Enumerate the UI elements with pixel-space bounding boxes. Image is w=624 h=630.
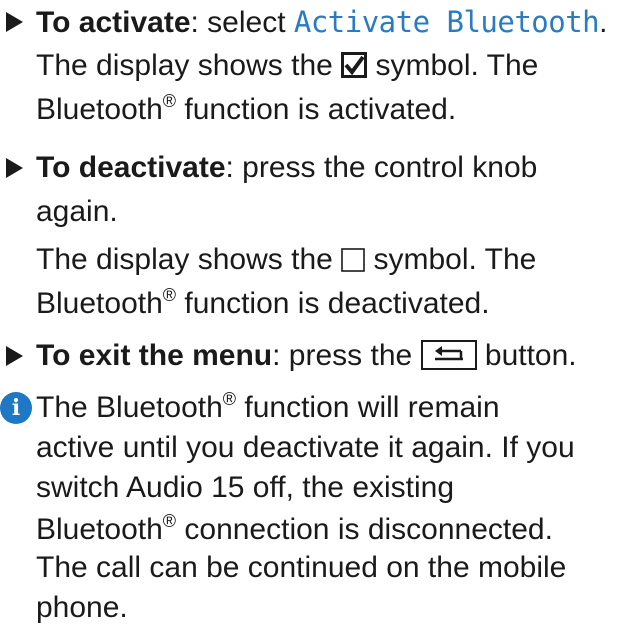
- step-lead: To deactivate: [36, 151, 226, 184]
- step-deactivate-line1: To deactivate: press the control knob: [36, 146, 537, 190]
- step-deactivate-line2: again.: [36, 195, 118, 228]
- text: symbol. The: [365, 243, 537, 276]
- checkbox-empty-icon: [341, 241, 365, 285]
- manual-page: To activate: select Activate Bluetooth. …: [0, 0, 624, 624]
- text: .: [599, 6, 608, 39]
- step-activate-line1: To activate: select Activate Bluetooth.: [36, 0, 608, 45]
- note-line3: switch Audio 15 off, the existing: [36, 471, 455, 504]
- info-icon: i: [0, 392, 32, 424]
- text: Bluetooth: [36, 93, 163, 126]
- text: connection is disconnected.: [176, 513, 553, 546]
- step-deactivate-line3: The display shows the symbol. The: [36, 238, 536, 285]
- step-deactivate-line4: Bluetooth® function is deactivated.: [36, 282, 490, 326]
- back-button-icon: [420, 340, 477, 370]
- text: function is deactivated.: [176, 287, 490, 320]
- step-activate-line3: Bluetooth® function is activated.: [36, 88, 456, 132]
- checkbox-checked-icon: [341, 47, 368, 91]
- text: symbol. The: [367, 49, 539, 82]
- text: The Bluetooth: [36, 391, 223, 424]
- step-exit-line1: To exit the menu: press the button.: [36, 334, 577, 378]
- step-arrow-icon: [6, 158, 23, 178]
- text: Bluetooth: [36, 513, 163, 546]
- text: button.: [476, 339, 577, 372]
- note-line1: The Bluetooth® function will remain: [36, 386, 500, 430]
- step-lead: To activate: [36, 6, 191, 39]
- step-lead: To exit the menu: [36, 339, 273, 372]
- note-line5: The call can be continued on the mobile: [36, 551, 567, 584]
- text: function is activated.: [176, 93, 457, 126]
- registered-mark: ®: [222, 389, 237, 409]
- text: : select: [190, 6, 294, 39]
- text: The display shows the: [36, 49, 342, 82]
- step-arrow-icon: [6, 12, 23, 32]
- text: function will remain: [236, 391, 500, 424]
- text: Bluetooth: [36, 287, 163, 320]
- step-arrow-icon: [6, 346, 23, 366]
- note-line6: phone.: [36, 591, 128, 624]
- step-activate-line2: The display shows the symbol. The: [36, 44, 538, 91]
- registered-mark: ®: [162, 91, 177, 111]
- registered-mark: ®: [162, 285, 177, 305]
- note-line2: active until you deactivate it again. If…: [36, 431, 575, 464]
- registered-mark: ®: [162, 511, 177, 531]
- text: : press the: [272, 339, 421, 372]
- text: : press the control knob: [225, 151, 538, 184]
- text: The display shows the: [36, 243, 342, 276]
- display-text: Activate Bluetooth: [293, 5, 600, 39]
